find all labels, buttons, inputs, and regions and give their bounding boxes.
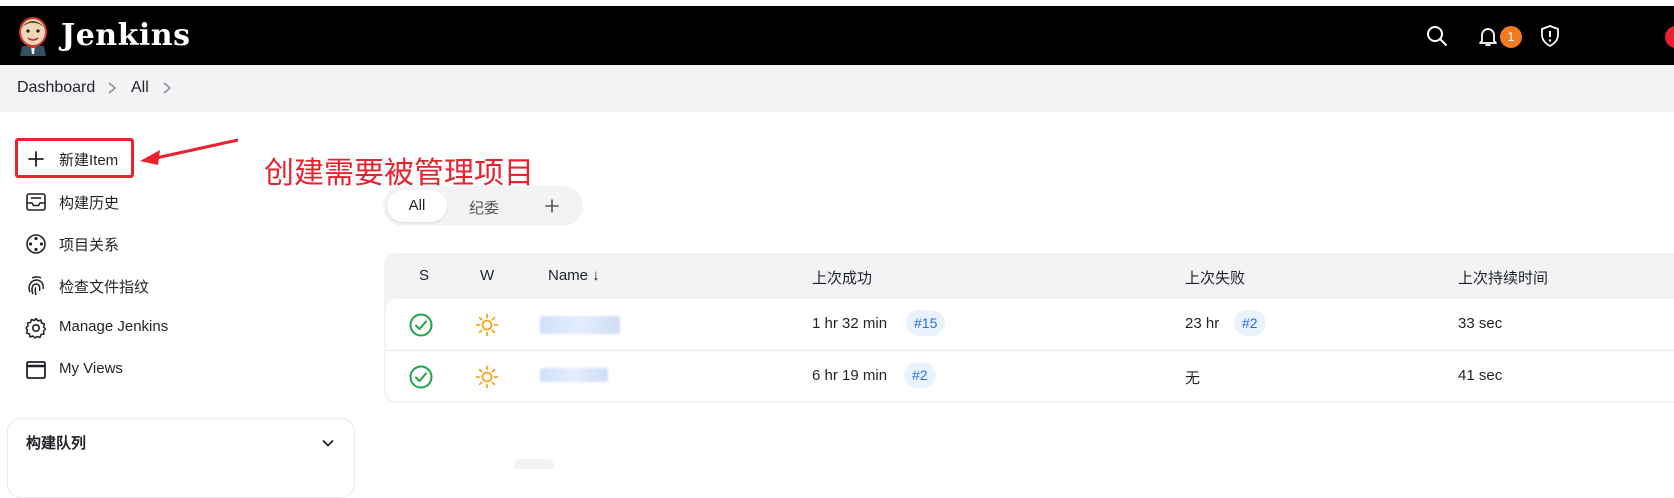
search-icon[interactable] <box>1425 24 1449 48</box>
shield-icon[interactable] <box>1538 24 1562 48</box>
security-badge[interactable] <box>1665 26 1674 48</box>
column-status[interactable]: S <box>419 267 429 284</box>
breadcrumb-all[interactable]: All <box>131 79 149 97</box>
tab-jiwei[interactable]: 纪委 <box>469 197 499 218</box>
last-failure-time: 无 <box>1185 370 1201 387</box>
last-failure-time: 23 hr <box>1185 315 1220 332</box>
scroll-indicator <box>514 459 554 469</box>
build-queue-title: 构建队列 <box>26 435 87 452</box>
sunny-weather-icon[interactable] <box>474 364 500 390</box>
last-duration: 41 sec <box>1458 367 1503 384</box>
redacted-job-name[interactable] <box>540 316 620 334</box>
tab-all[interactable]: All <box>387 190 447 222</box>
add-view-icon[interactable] <box>541 195 563 217</box>
redacted-job-name[interactable] <box>540 368 608 382</box>
relationship-icon <box>26 234 46 254</box>
column-weather[interactable]: W <box>480 267 494 284</box>
table-body: 1 hr 32 min #15 23 hr #2 33 sec 6 hr 19 … <box>386 299 1674 401</box>
last-failure-build-link[interactable]: #2 <box>1234 310 1266 336</box>
jenkins-logo-icon[interactable] <box>16 16 50 56</box>
bell-icon[interactable] <box>1476 24 1500 48</box>
brand-title[interactable]: Jenkins <box>61 18 190 53</box>
top-header: Jenkins 1 <box>0 6 1674 65</box>
sidebar-item-label: Manage Jenkins <box>59 318 169 335</box>
column-name[interactable]: Name ↓ <box>548 267 600 284</box>
last-success-build-link[interactable]: #15 <box>906 310 946 336</box>
table-header: S W Name ↓ 上次成功 上次失败 上次持续时间 <box>384 253 1674 299</box>
chevron-right-icon[interactable] <box>160 81 174 95</box>
breadcrumb: Dashboard All <box>0 65 1674 112</box>
build-queue-panel[interactable]: 构建队列 <box>7 418 355 498</box>
window-icon <box>26 361 46 379</box>
success-status-icon[interactable] <box>408 364 434 390</box>
column-last-duration[interactable]: 上次持续时间 <box>1458 267 1548 288</box>
sidebar-item-label: 检查文件指纹 <box>59 279 150 296</box>
sidebar-item-label: 项目关系 <box>59 237 120 254</box>
chevron-down-icon[interactable] <box>320 435 336 451</box>
sidebar-item-label: My Views <box>59 360 123 377</box>
annotation-arrow-icon <box>140 138 239 165</box>
view-tabs: All 纪委 <box>383 186 583 226</box>
sidebar-item-label: 构建历史 <box>59 195 120 212</box>
last-success-time: 1 hr 32 min <box>812 315 888 332</box>
breadcrumb-dashboard[interactable]: Dashboard <box>17 79 95 97</box>
chevron-right-icon <box>108 82 117 94</box>
projects-table: S W Name ↓ 上次成功 上次失败 上次持续时间 1 hr 32 min … <box>384 253 1674 403</box>
column-last-success[interactable]: 上次成功 <box>812 267 872 288</box>
notification-badge[interactable]: 1 <box>1500 26 1522 48</box>
fingerprint-icon <box>28 276 44 296</box>
column-last-failure[interactable]: 上次失败 <box>1185 267 1245 288</box>
sunny-weather-icon[interactable] <box>474 312 500 338</box>
success-status-icon[interactable] <box>408 312 434 338</box>
last-success-time: 6 hr 19 min <box>812 367 888 384</box>
gear-icon <box>25 317 47 339</box>
table-row: 6 hr 19 min #2 无 41 sec <box>386 350 1674 402</box>
annotation-highlight-box <box>15 138 134 178</box>
last-duration: 33 sec <box>1458 315 1503 332</box>
table-row: 1 hr 32 min #15 23 hr #2 33 sec <box>386 299 1674 350</box>
last-success-build-link[interactable]: #2 <box>904 362 936 388</box>
inbox-icon <box>26 193 46 211</box>
